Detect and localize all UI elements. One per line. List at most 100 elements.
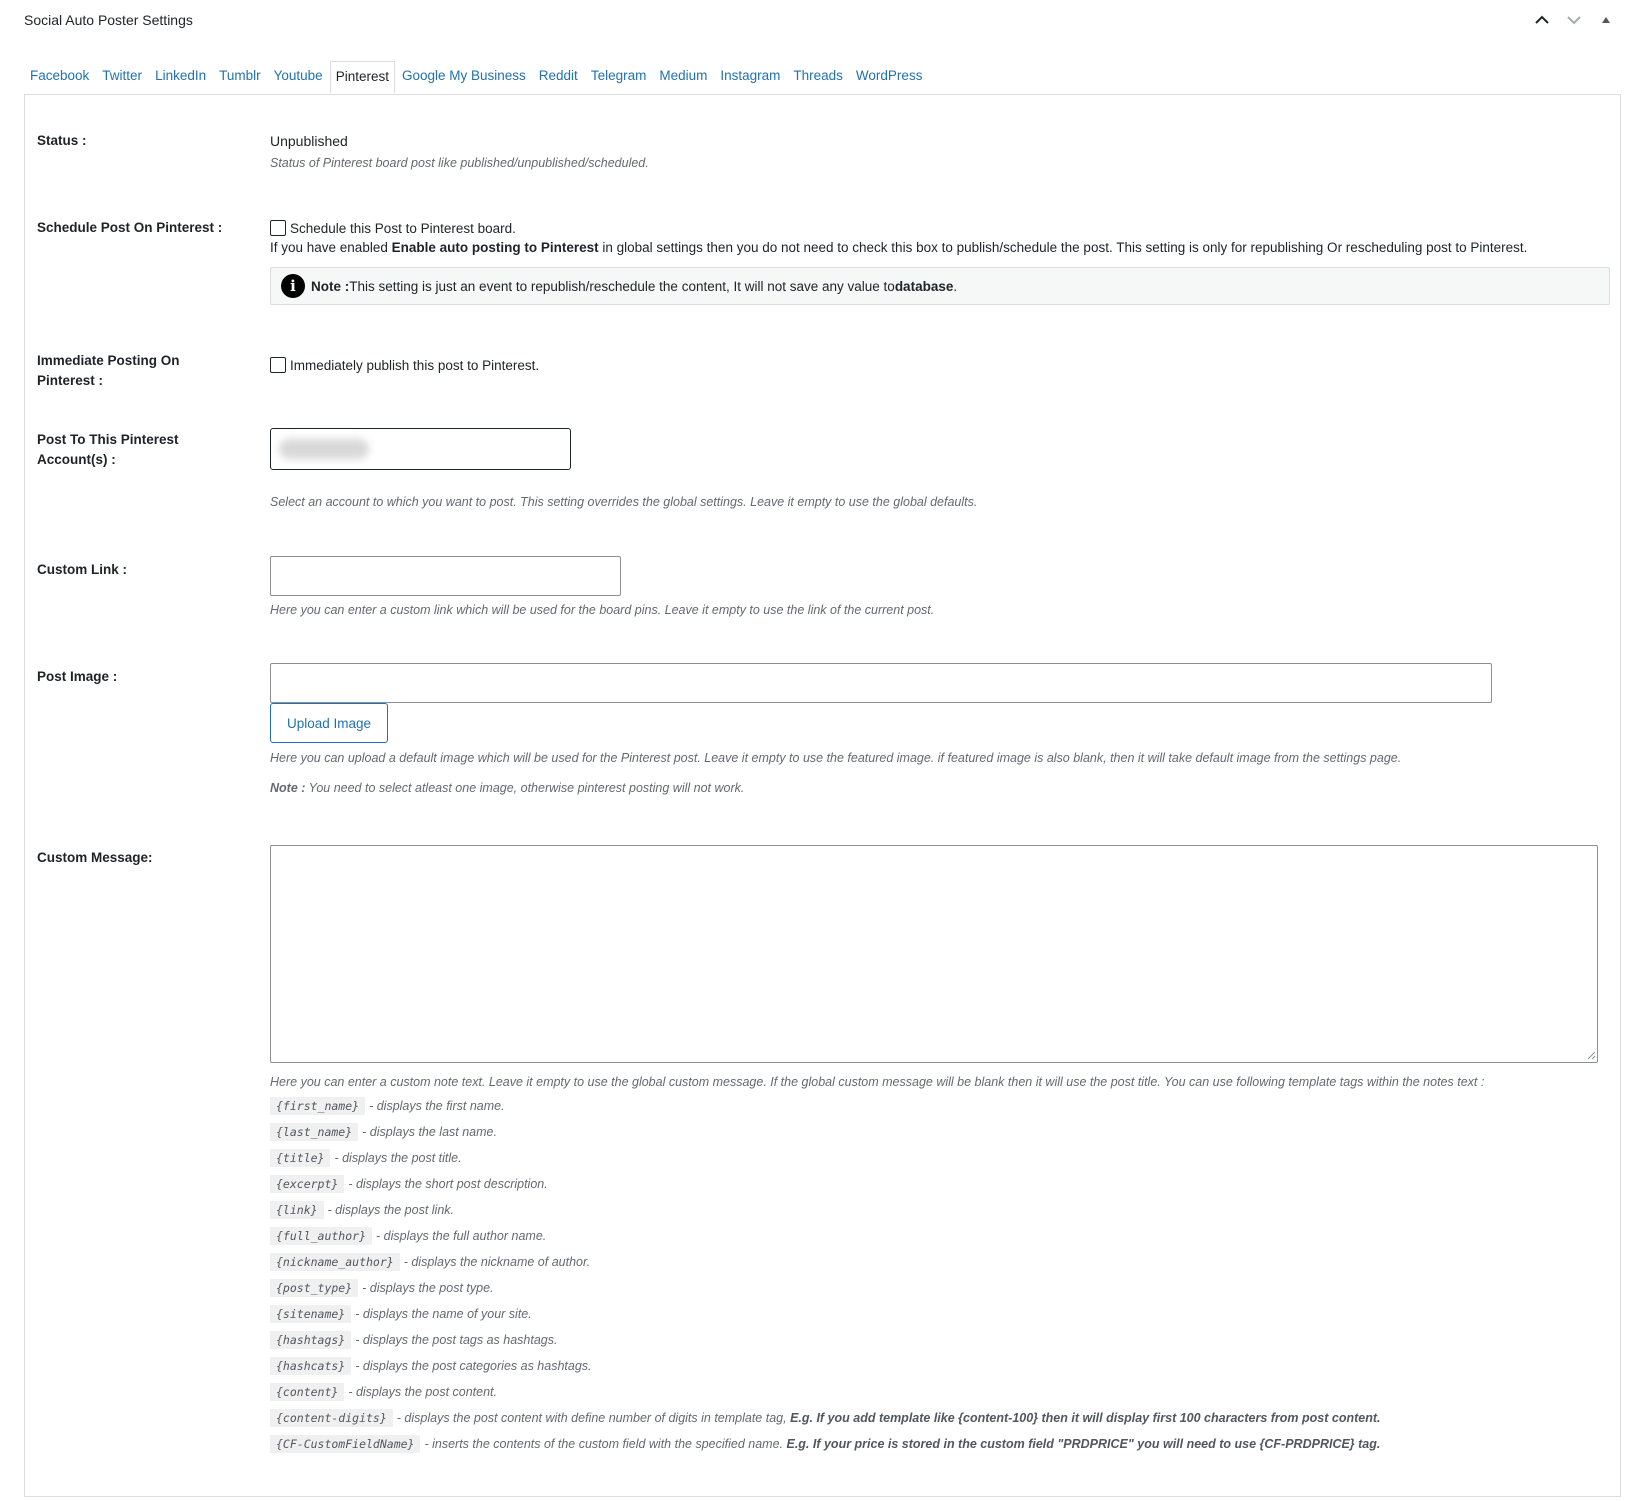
tab-google-my-business[interactable]: Google My Business xyxy=(396,60,532,92)
status-label: Status : xyxy=(37,133,87,148)
tag-desc: - displays the post link. xyxy=(327,1203,454,1217)
tab-wordpress[interactable]: WordPress xyxy=(850,60,929,92)
tab-medium[interactable]: Medium xyxy=(653,60,713,92)
post-image-input[interactable] xyxy=(270,663,1492,703)
tag-code: {first_name} xyxy=(270,1097,366,1115)
tab-facebook[interactable]: Facebook xyxy=(24,60,95,92)
schedule-checkbox-label: Schedule this Post to Pinterest board. xyxy=(290,221,516,236)
tag-code: {hashcats} xyxy=(270,1357,352,1375)
tag-code: {content-digits} xyxy=(270,1409,393,1427)
custom-message-desc: Here you can enter a custom note text. L… xyxy=(270,1075,1485,1089)
tab-reddit[interactable]: Reddit xyxy=(533,60,584,92)
selected-account-chip xyxy=(279,439,369,459)
tab-youtube[interactable]: Youtube xyxy=(268,60,329,92)
schedule-note-text: This setting is just an event to republi… xyxy=(349,278,895,294)
immediate-checkbox[interactable] xyxy=(270,357,286,373)
tag-desc: - displays the post title. xyxy=(334,1151,462,1165)
tag-desc: - displays the post content. xyxy=(348,1385,498,1399)
tag-code: {nickname_author} xyxy=(270,1253,400,1271)
template-tag-item: {title} - displays the post title. xyxy=(270,1145,1608,1171)
tag-desc: - displays the full author name. xyxy=(376,1229,547,1243)
tag-code: {excerpt} xyxy=(270,1175,345,1193)
upload-image-button[interactable]: Upload Image xyxy=(270,703,389,743)
template-tag-item: {excerpt} - displays the short post descr… xyxy=(270,1171,1608,1197)
schedule-checkbox-row[interactable]: Schedule this Post to Pinterest board. xyxy=(270,220,1608,236)
template-tag-item: {first_name} - displays the first name. xyxy=(270,1093,1608,1119)
template-tags-list: {first_name} - displays the first name. {… xyxy=(270,1093,1608,1457)
tag-desc: - displays the first name. xyxy=(369,1099,505,1113)
tab-twitter[interactable]: Twitter xyxy=(96,60,148,92)
post-image-note: Note : You need to select atleast one im… xyxy=(270,781,1608,795)
template-tag-item: {hashtags} - displays the post tags as ha… xyxy=(270,1327,1608,1353)
tab-linkedin[interactable]: LinkedIn xyxy=(149,60,212,92)
template-tag-item: {content} - displays the post content. xyxy=(270,1379,1608,1405)
schedule-help-bold: Enable auto posting to Pinterest xyxy=(391,240,599,255)
immediate-label: Immediate Posting On Pinterest : xyxy=(37,353,180,388)
post-image-note-text: You need to select atleast one image, ot… xyxy=(305,781,745,795)
schedule-note-end: . xyxy=(953,278,958,294)
template-tag-item: {nickname_author} - displays the nickname… xyxy=(270,1249,1608,1275)
tab-instagram[interactable]: Instagram xyxy=(714,60,786,92)
tag-code: {full_author} xyxy=(270,1227,373,1245)
immediate-checkbox-row[interactable]: Immediately publish this post to Pintere… xyxy=(270,357,1608,373)
tag-code: {last_name} xyxy=(270,1123,359,1141)
custom-message-textarea[interactable] xyxy=(270,845,1598,1063)
template-tag-item: {CF-CustomFieldName} - inserts the conten… xyxy=(270,1431,1608,1457)
tag-code: {sitename} xyxy=(270,1305,352,1323)
immediate-checkbox-label: Immediately publish this post to Pintere… xyxy=(290,358,540,373)
tag-desc: - displays the name of your site. xyxy=(355,1307,532,1321)
tag-code: {post_type} xyxy=(270,1279,359,1297)
schedule-help-suffix: in global settings then you do not need … xyxy=(598,240,1528,255)
template-tag-item: {post_type} - displays the post type. xyxy=(270,1275,1608,1301)
schedule-note-bold: database xyxy=(894,278,954,294)
accounts-desc: Select an account to which you want to p… xyxy=(270,495,978,509)
tab-tumblr[interactable]: Tumblr xyxy=(213,60,267,92)
post-image-desc: Here you can upload a default image whic… xyxy=(270,751,1402,765)
tab-threads[interactable]: Threads xyxy=(787,60,849,92)
tag-desc: - displays the nickname of author. xyxy=(403,1255,591,1269)
custom-link-label: Custom Link : xyxy=(37,562,127,577)
schedule-checkbox[interactable] xyxy=(270,220,286,236)
chevron-down-icon[interactable] xyxy=(1564,10,1584,30)
custom-message-label: Custom Message: xyxy=(37,850,153,865)
template-tag-item: {hashcats} - displays the post categories… xyxy=(270,1353,1608,1379)
template-tag-item: {full_author} - displays the full author … xyxy=(270,1223,1608,1249)
tag-desc: - displays the short post description. xyxy=(348,1177,548,1191)
settings-panel: Status : Unpublished Status of Pinterest… xyxy=(24,94,1621,1497)
tag-code: {link} xyxy=(270,1201,324,1219)
panel-controls xyxy=(1532,10,1616,30)
triangle-up-icon[interactable] xyxy=(1596,10,1616,30)
template-tag-item: {content-digits} - displays the post cont… xyxy=(270,1405,1608,1431)
schedule-help: If you have enabled Enable auto posting … xyxy=(270,240,1608,255)
info-icon: i xyxy=(281,274,305,298)
tag-desc: - displays the post tags as hashtags. xyxy=(355,1333,558,1347)
custom-link-desc: Here you can enter a custom link which w… xyxy=(270,603,935,617)
status-value: Unpublished xyxy=(270,133,348,149)
template-tag-item: {last_name} - displays the last name. xyxy=(270,1119,1608,1145)
template-tag-item: {sitename} - displays the name of your si… xyxy=(270,1301,1608,1327)
tag-code: {CF-CustomFieldName} xyxy=(270,1435,421,1453)
status-desc: Status of Pinterest board post like publ… xyxy=(270,156,649,170)
tag-code: {content} xyxy=(270,1383,345,1401)
schedule-label: Schedule Post On Pinterest : xyxy=(37,220,223,235)
template-tag-item: {link} - displays the post link. xyxy=(270,1197,1608,1223)
chevron-up-icon[interactable] xyxy=(1532,10,1552,30)
schedule-help-prefix: If you have enabled xyxy=(270,240,392,255)
schedule-note-label: Note : xyxy=(311,278,350,294)
tag-code: {title} xyxy=(270,1149,331,1167)
tag-desc: - displays the last name. xyxy=(362,1125,497,1139)
tag-example: E.g. If you add template like {content-1… xyxy=(790,1411,1381,1425)
network-tabs: Facebook Twitter LinkedIn Tumblr Youtube… xyxy=(24,56,929,93)
accounts-label: Post To This Pinterest Account(s) : xyxy=(37,432,179,467)
custom-link-input[interactable] xyxy=(270,556,621,596)
schedule-note: i Note : This setting is just an event t… xyxy=(270,267,1610,305)
tag-desc: - displays the post content with define … xyxy=(396,1411,791,1425)
post-image-label: Post Image : xyxy=(37,669,118,684)
tab-pinterest[interactable]: Pinterest xyxy=(329,61,395,93)
post-image-note-label: Note : xyxy=(270,781,306,795)
accounts-select[interactable] xyxy=(270,428,571,470)
tab-telegram[interactable]: Telegram xyxy=(585,60,653,92)
panel-title: Social Auto Poster Settings xyxy=(24,12,193,28)
tag-desc: - displays the post type. xyxy=(362,1281,494,1295)
tag-desc: - inserts the contents of the custom fie… xyxy=(424,1437,787,1451)
